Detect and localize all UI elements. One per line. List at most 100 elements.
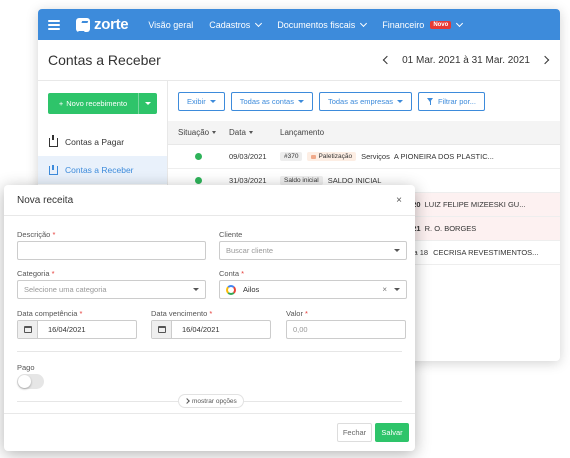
show-options-label: mostrar opções [192,397,237,405]
new-income-modal: Nova receita × Descrição * Cliente Busca… [4,185,415,451]
close-icon[interactable]: × [396,195,402,206]
paid-toggle[interactable] [17,374,44,389]
new-receipt-dropdown[interactable] [139,102,157,105]
filter-bar: Exibir Todas as contas Todas as empresas… [168,81,560,121]
paid-label: Pago [17,363,35,372]
nav-item-overview[interactable]: Visão geral [148,20,193,30]
label-text: Data vencimento [151,309,208,318]
client-select[interactable]: Buscar cliente [219,241,407,260]
filter-by-button[interactable]: Filtrar por... [418,91,485,111]
calendar-icon [18,321,38,338]
caret-down-icon [248,131,253,134]
show-options-button[interactable]: mostrar opções [178,394,244,408]
filter-icon [427,97,434,105]
filter-label: Exibir [187,96,206,106]
filter-label: Todas as empresas [327,96,394,106]
caret-down-icon [297,99,304,103]
row-tag: Paletização [307,152,357,161]
nav-item-cadastros[interactable]: Cadastros [209,19,263,30]
companies-filter-button[interactable]: Todas as empresas [318,91,413,111]
label-text: Conta [219,269,240,278]
close-button[interactable]: Fechar [337,423,372,442]
page-title: Contas a Receber [48,52,161,68]
row-category: Serviços [361,152,390,161]
value-input[interactable]: 0,00 [286,320,406,339]
label-text: Data competência [17,309,78,318]
filter-label: Todas as contas [239,96,294,106]
row-description: LUIZ FELIPE MIZEESKI GU... [424,200,526,209]
client-placeholder: Buscar cliente [226,246,274,255]
column-status[interactable]: Situação [168,128,229,137]
new-receipt-button[interactable]: + Novo recebimento [48,93,157,114]
chevron-right-icon [184,398,190,404]
nav-item-fiscal-documents[interactable]: Documentos fiscais [277,19,368,30]
modal-header: Nova receita × [4,185,415,216]
menu-icon[interactable] [48,19,60,30]
download-icon [49,164,58,175]
upload-icon [49,134,58,147]
plus-icon: + [58,99,64,108]
row-description: CECRISA REVESTIMENTOS... [433,248,539,257]
category-placeholder: Selecione uma categoria [24,285,107,294]
description-label: Descrição * [17,230,55,239]
new-receipt-main[interactable]: + Novo recebimento [48,99,138,108]
label-text: Descrição [17,230,51,239]
required-mark: * [209,309,213,318]
required-mark: * [51,269,55,278]
calendar-icon [152,321,172,338]
modal-title: Nova receita [17,194,74,206]
chevron-down-icon [360,19,368,27]
accounts-filter-button[interactable]: Todas as contas [230,91,313,111]
chevron-left-icon[interactable] [382,55,392,65]
paid-status-dot [195,153,202,160]
nav-item-financeiro[interactable]: Financeiro Novo [382,19,464,30]
date-range[interactable]: 01 Mar. 2021 à 31 Mar. 2021 [402,55,530,66]
sidebar-item-accounts-payable[interactable]: Contas a Pagar [38,128,167,156]
due-date-input[interactable]: 16/04/2021 [151,320,271,339]
column-label: Data [229,128,246,137]
clear-icon[interactable]: × [382,285,387,294]
brand-logo[interactable]: zorte [76,16,129,33]
paid-status-dot [195,177,202,184]
bank-logo-icon [226,284,236,295]
column-label: Situação [178,128,210,137]
caret-down-icon [397,99,404,103]
caret-down-icon [394,249,400,252]
table-row[interactable]: 09/03/2021 #370 Paletização Serviços A P… [168,145,560,169]
chevron-right-icon[interactable] [540,55,550,65]
column-entry: Lançamento [280,128,325,137]
row-description: SALDO INICIAL [327,176,382,185]
top-navbar: zorte Visão geral Cadastros Documentos f… [38,9,560,40]
date-navigator: 01 Mar. 2021 à 31 Mar. 2021 [382,55,550,66]
label-text: Categoria [17,269,50,278]
value-label: Valor * [286,309,308,318]
brand-name: zorte [94,16,129,33]
new-badge: Novo [430,20,452,29]
nav-label: Financeiro [382,19,425,30]
sidebar-item-label: Contas a Pagar [65,137,125,147]
sidebar-item-label: Contas a Receber [65,165,134,175]
row-chip: Saldo inicial [280,176,323,185]
table-header: Situação Data Lançamento [168,121,560,145]
competence-date-label: Data competência * [17,309,82,318]
category-select[interactable]: Selecione uma categoria [17,280,206,299]
nav-label: Documentos fiscais [277,19,356,30]
sidebar-item-accounts-receivable[interactable]: Contas a Receber [38,156,167,184]
label-text: Valor [286,309,303,318]
column-date[interactable]: Data [229,128,280,137]
description-input[interactable] [17,241,206,260]
nav-label: Visão geral [148,19,194,30]
row-description: A PIONEIRA DOS PLASTIC... [393,152,494,161]
account-label: Conta * [219,269,244,278]
caret-down-icon [145,102,151,105]
required-mark: * [79,309,83,318]
show-filter-button[interactable]: Exibir [178,91,225,111]
chevron-down-icon [456,19,464,27]
save-button[interactable]: Salvar [375,423,409,442]
competence-date-input[interactable]: 16/04/2021 [17,320,137,339]
row-description: R. O. BORGES [424,224,477,233]
account-select[interactable]: Ailos × [219,280,407,299]
caret-down-icon [394,288,400,291]
row-number-chip: #370 [280,152,303,161]
divider [17,351,402,352]
